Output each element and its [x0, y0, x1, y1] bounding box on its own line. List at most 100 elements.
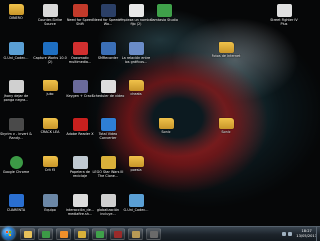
desktop-icon-label: Jhony dejar de ponga negra... — [3, 94, 29, 102]
document-icon — [128, 42, 144, 55]
app-icon — [72, 80, 88, 93]
desktop-icon[interactable]: Sonic — [150, 116, 182, 150]
desktop-icon[interactable]: Crit f5 — [34, 154, 66, 188]
folder-icon — [42, 118, 58, 129]
desktop-icon-label: CRACK LEA — [40, 130, 60, 134]
app-icon — [9, 156, 23, 169]
desktop-icon-label: Camtasia Studio — [150, 18, 178, 22]
desktop-icon-label: Capture Works 10.0 (2) — [33, 56, 67, 64]
app-icon — [100, 4, 116, 17]
taskbar-button-explorer[interactable] — [20, 228, 35, 240]
app-icon — [72, 4, 88, 17]
chrome-icon — [41, 230, 50, 238]
taskbar-button-camtasia[interactable] — [92, 228, 107, 240]
taskbar-button-folder[interactable] — [74, 228, 89, 240]
app-icon — [42, 4, 58, 17]
desktop-icon-label: Equipo — [44, 208, 56, 212]
desktop-icon-label: G-Uni_Codec... — [123, 208, 149, 212]
desktop-icon-label: Total Video Converter — [98, 132, 118, 140]
folder-icon — [42, 80, 58, 91]
app-icon — [42, 194, 58, 207]
desktop-icon[interactable]: cheats — [120, 78, 152, 112]
desktop-icon-label: Counter-Strike Source — [37, 18, 63, 26]
app-icon — [156, 4, 172, 17]
desktop-icon[interactable]: Jhony dejar de ponga negra... — [0, 78, 32, 112]
app-icon — [128, 194, 144, 207]
desktop-icon[interactable]: Capture Works 10.0 (2) — [33, 40, 67, 74]
desktop-icon[interactable]: juko — [34, 78, 66, 112]
desktop-icon[interactable]: G-Uni_Codec... — [120, 192, 152, 226]
desktop-icon-label: cheats — [130, 92, 142, 96]
desktop-icon-label: Crit f5 — [44, 168, 56, 172]
desktop[interactable]: DINERO Counter-Strike Source Need for Spee… — [0, 0, 320, 226]
folder-icon — [128, 80, 144, 91]
show-desktop-button[interactable] — [316, 227, 320, 241]
app-icon — [42, 42, 58, 55]
desktop-icon[interactable]: poesia — [120, 154, 152, 188]
clock[interactable]: 18:27 13/05/2013 — [296, 229, 317, 238]
app-icon — [100, 80, 116, 93]
start-button[interactable] — [2, 227, 15, 240]
app-icon — [72, 42, 88, 55]
folder-icon — [8, 4, 24, 15]
desktop-icon[interactable]: Counter-Strike Source — [34, 2, 66, 36]
taskbar-button-media-player[interactable] — [56, 228, 71, 240]
desktop-icon-label: Sonic — [161, 130, 171, 134]
taskbar-button-video-app[interactable] — [110, 228, 125, 240]
desktop-icon-label: Google Chrome — [2, 170, 30, 174]
app-icon — [72, 156, 88, 169]
folder-icon — [77, 230, 86, 238]
explorer-icon — [23, 230, 32, 238]
desktop-icon[interactable]: La relación entre los gráficos... — [120, 40, 152, 74]
desktop-icon[interactable]: Fotos de internet — [210, 40, 242, 74]
clock-date: 13/05/2013 — [296, 234, 317, 238]
desktop-icon-label: Skyrim v - invert & Randy... — [0, 132, 32, 140]
app-icon — [276, 4, 292, 17]
video-app-icon — [113, 230, 122, 238]
desktop-icon[interactable]: CUARENTA — [0, 192, 32, 226]
desktop-icon[interactable]: Equipo — [34, 192, 66, 226]
desktop-icon-label: CUARENTA — [6, 208, 26, 212]
document-icon — [8, 80, 24, 93]
app-icon — [100, 118, 116, 131]
taskbar-button-chrome[interactable] — [38, 228, 53, 240]
taskbar-button-files[interactable] — [128, 228, 143, 240]
document-icon — [100, 194, 116, 207]
desktop-icon-label: Fotos de internet — [211, 54, 241, 58]
desktop-icon[interactable]: Skyrim v - invert & Randy... — [0, 116, 32, 150]
camtasia-icon — [95, 230, 104, 238]
desktop-icon[interactable]: CRACK LEA — [34, 116, 66, 150]
system-tray: 18:27 13/05/2013 — [282, 228, 317, 240]
desktop-icon[interactable]: G-Uni_Codec... — [0, 40, 32, 74]
desktop-icon[interactable]: Sonic — [210, 116, 242, 150]
taskbar-button-misc[interactable] — [146, 228, 161, 240]
folder-icon — [42, 156, 58, 167]
folder-icon — [218, 42, 234, 53]
desktop-icon-label: poesia — [130, 168, 142, 172]
app-icon — [100, 156, 116, 169]
desktop-icon[interactable]: DINERO — [0, 2, 32, 36]
network-icon[interactable] — [282, 232, 287, 236]
document-icon — [128, 4, 144, 17]
volume-icon[interactable] — [288, 232, 293, 236]
app-icon — [8, 42, 24, 55]
desktop-icon-label: Street Fighter IV Plus — [270, 18, 298, 26]
media-player-icon — [59, 230, 68, 238]
misc-icon — [149, 230, 158, 238]
desktop-icon-label: Sonic — [221, 130, 231, 134]
desktop-icon-label: La relación entre los gráficos... — [121, 56, 151, 64]
app-icon — [72, 118, 88, 131]
desktop-icon[interactable]: Google Chrome — [0, 154, 32, 188]
app-icon — [8, 118, 24, 131]
desktop-icon[interactable]: Total Video Converter — [92, 116, 124, 150]
desktop-icon[interactable]: Street Fighter IV Plus — [268, 2, 300, 36]
folder-icon — [128, 156, 144, 167]
taskbar: 18:27 13/05/2013 — [0, 226, 320, 241]
desktop-icon-label: DINERO — [9, 16, 23, 20]
app-icon — [100, 42, 116, 55]
files-icon — [131, 230, 140, 238]
folder-icon — [158, 118, 174, 129]
desktop-icon[interactable]: Camtasia Studio — [148, 2, 180, 36]
desktop-icon-label: G-Uni_Codec... — [3, 56, 29, 60]
app-icon — [8, 194, 24, 207]
